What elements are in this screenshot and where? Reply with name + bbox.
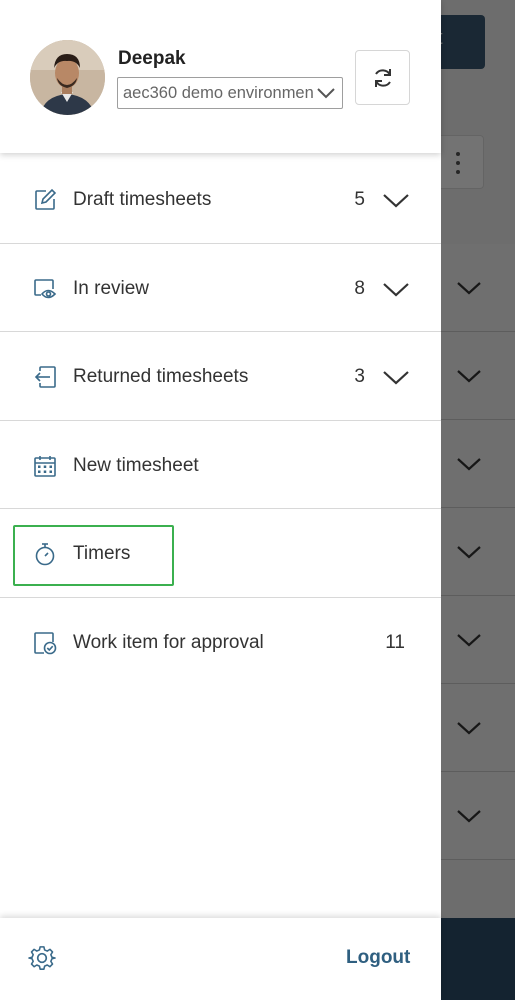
menu-item-new-timesheet[interactable]: New timesheet xyxy=(0,421,441,509)
menu-item-work-item-for-approval[interactable]: Work item for approval 11 xyxy=(0,598,441,687)
menu-item-label: Draft timesheets xyxy=(73,189,212,210)
avatar xyxy=(30,40,105,115)
chevron-down-icon[interactable] xyxy=(382,365,410,389)
logout-link[interactable]: Logout xyxy=(346,947,410,969)
refresh-button[interactable] xyxy=(355,50,410,105)
menu-item-timers[interactable]: Timers xyxy=(0,509,441,598)
chevron-down-icon[interactable] xyxy=(382,277,410,301)
user-name: Deepak xyxy=(118,48,186,69)
refresh-icon xyxy=(375,69,391,87)
menu-item-draft-timesheets[interactable]: Draft timesheets 5 xyxy=(0,155,441,244)
environment-select-value: aec360 demo environment xyxy=(123,84,313,102)
navigation-drawer: Deepak aec360 demo environment Draft tim… xyxy=(0,0,441,1000)
menu-item-label: In review xyxy=(73,277,150,299)
menu-item-count: 11 xyxy=(385,631,405,653)
environment-select[interactable]: aec360 demo environment xyxy=(117,77,343,109)
stopwatch-icon xyxy=(35,543,55,566)
menu-item-label: Timers xyxy=(73,543,131,564)
user-photo xyxy=(30,40,105,115)
gear-icon[interactable] xyxy=(28,944,56,972)
review-eye-icon xyxy=(34,278,57,298)
menu-item-count: 8 xyxy=(354,277,365,299)
edit-icon xyxy=(35,188,57,210)
menu-item-in-review[interactable]: In review 8 xyxy=(0,244,441,332)
menu-item-returned-timesheets[interactable]: Returned timesheets 3 xyxy=(0,332,441,421)
calendar-icon xyxy=(34,455,56,477)
menu-item-count: 5 xyxy=(354,189,365,210)
drawer-menu: Draft timesheets 5 In review 8 Returned … xyxy=(0,155,441,686)
chevron-down-icon[interactable] xyxy=(382,188,410,212)
approval-check-icon xyxy=(34,631,57,654)
menu-item-label: New timesheet xyxy=(73,454,199,476)
menu-item-count: 3 xyxy=(354,366,365,387)
drawer-header: Deepak aec360 demo environment xyxy=(0,0,441,153)
menu-item-label: Work item for approval xyxy=(73,631,264,653)
return-arrow-icon xyxy=(34,366,56,388)
menu-item-label: Returned timesheets xyxy=(73,366,249,387)
chevron-down-icon xyxy=(317,88,335,99)
